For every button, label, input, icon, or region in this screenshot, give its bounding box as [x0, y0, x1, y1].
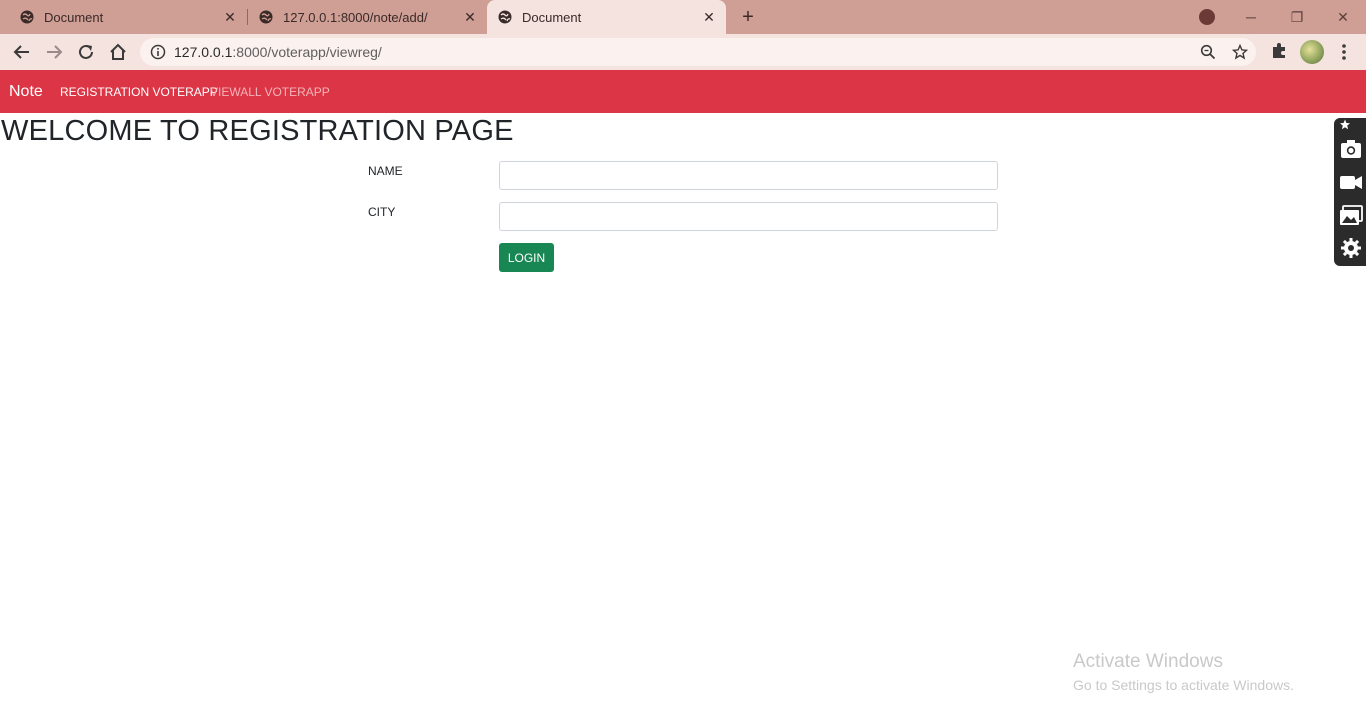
browser-tabstrip: Document ✕ 127.0.0.1:8000/note/add/ ✕ Do… — [0, 0, 1366, 34]
extensions-puzzle-icon[interactable] — [1269, 41, 1291, 63]
zoom-icon[interactable] — [1200, 44, 1216, 60]
navbar-brand[interactable]: Note — [9, 83, 43, 101]
tab-separator — [247, 9, 248, 25]
globe-icon — [259, 10, 273, 24]
camera-icon[interactable] — [1339, 138, 1363, 160]
site-navbar: Note REGISTRATION VOTERAPP VIEWALL VOTER… — [0, 70, 1366, 113]
info-icon[interactable] — [150, 44, 166, 60]
activate-windows-subtitle: Go to Settings to activate Windows. — [1073, 677, 1294, 693]
nav-link-registration-voterapp[interactable]: REGISTRATION VOTERAPP — [60, 85, 218, 99]
activate-windows-title: Activate Windows — [1073, 651, 1223, 672]
close-icon[interactable]: ✕ — [702, 9, 716, 25]
bookmark-star-icon[interactable] — [1231, 43, 1249, 60]
url-path: :8000/voterapp/viewreg/ — [232, 44, 382, 60]
browser-tab-3-active[interactable]: Document ✕ — [487, 0, 726, 34]
video-icon[interactable] — [1339, 171, 1363, 193]
city-label: CITY — [368, 205, 396, 219]
login-button[interactable]: LOGIN — [499, 243, 554, 272]
new-tab-button[interactable]: + — [738, 7, 758, 27]
browser-tab-1[interactable]: Document ✕ — [0, 0, 245, 34]
profile-avatar[interactable] — [1300, 40, 1324, 64]
address-bar[interactable]: 127.0.0.1:8000/voterapp/viewreg/ — [140, 38, 1256, 66]
name-input[interactable] — [499, 161, 998, 190]
restore-icon[interactable]: ❐ — [1285, 5, 1309, 29]
browser-toolbar: 127.0.0.1:8000/voterapp/viewreg/ — [0, 34, 1366, 70]
more-menu-icon[interactable] — [1338, 42, 1350, 62]
nav-link-viewall-voterapp[interactable]: VIEWALL VOTERAPP — [210, 85, 330, 99]
tab-title: Document — [522, 9, 582, 25]
minimize-icon[interactable]: ─ — [1239, 5, 1263, 29]
tab-title: 127.0.0.1:8000/note/add/ — [283, 9, 428, 25]
browser-tab-2[interactable]: 127.0.0.1:8000/note/add/ ✕ — [249, 0, 485, 34]
home-icon[interactable] — [106, 40, 130, 64]
forward-icon[interactable] — [42, 40, 66, 64]
pin-icon[interactable] — [1339, 118, 1353, 130]
gallery-icon[interactable] — [1339, 204, 1363, 226]
city-input[interactable] — [499, 202, 998, 231]
close-icon[interactable]: ✕ — [463, 9, 477, 25]
globe-icon — [20, 10, 34, 24]
back-icon[interactable] — [10, 40, 34, 64]
window-close-icon[interactable]: ✕ — [1331, 5, 1355, 29]
close-icon[interactable]: ✕ — [223, 9, 237, 25]
name-label: NAME — [368, 164, 403, 178]
reload-icon[interactable] — [74, 40, 98, 64]
url-text[interactable]: 127.0.0.1:8000/voterapp/viewreg/ — [174, 44, 382, 60]
globe-icon — [498, 10, 512, 24]
screen-capture-toolbar — [1334, 118, 1366, 266]
settings-icon[interactable] — [1339, 237, 1363, 259]
url-host: 127.0.0.1 — [174, 44, 233, 60]
page-title: WELCOME TO REGISTRATION PAGE — [1, 115, 514, 147]
tab-search-icon[interactable] — [1199, 9, 1215, 25]
tab-title: Document — [44, 9, 104, 25]
